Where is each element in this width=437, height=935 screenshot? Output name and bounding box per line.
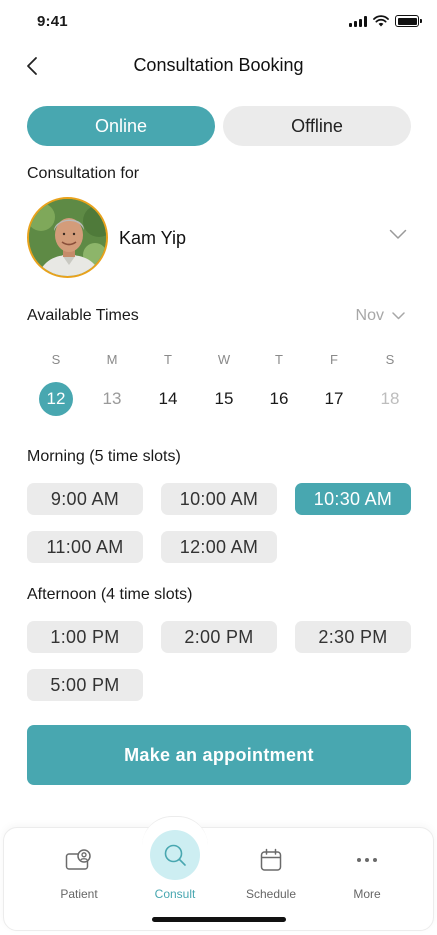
page-title: Consultation Booking: [133, 55, 304, 75]
home-indicator: [152, 917, 286, 922]
wifi-icon: [373, 15, 389, 27]
time-slot-button[interactable]: 9:00 AM: [27, 483, 143, 515]
time-slot-button[interactable]: 11:00 AM: [27, 531, 143, 563]
consultation-for-label: Consultation for: [27, 165, 140, 182]
calendar-icon: [260, 848, 282, 871]
afternoon-label: Afternoon (4 time slots): [27, 586, 193, 603]
month-select[interactable]: Nov: [356, 307, 405, 325]
tab-consult[interactable]: Consult: [135, 829, 215, 901]
battery-icon: [395, 15, 422, 27]
calendar-day[interactable]: 14: [151, 382, 185, 416]
weekday-label: T: [164, 352, 172, 367]
time-slot-button[interactable]: 5:00 PM: [27, 669, 143, 701]
weekday-label: S: [385, 352, 395, 367]
weekday-label: F: [330, 352, 338, 367]
make-appointment-button[interactable]: Make an appointment: [27, 725, 411, 785]
status-time: 9:41: [37, 13, 68, 30]
offline-toggle-button[interactable]: Offline: [223, 106, 411, 146]
calendar-day[interactable]: 12: [39, 382, 73, 416]
cellular-signal-icon: [349, 15, 367, 27]
weekday-label: S: [51, 352, 61, 367]
online-toggle-button[interactable]: Online: [27, 106, 215, 146]
patient-avatar: [27, 197, 108, 278]
calendar-day[interactable]: 18: [373, 382, 407, 416]
month-value: Nov: [355, 307, 384, 324]
calendar-day[interactable]: 13: [95, 382, 129, 416]
patient-icon: [65, 849, 91, 870]
chevron-down-icon: [392, 312, 405, 320]
tab-patient[interactable]: Patient: [39, 838, 119, 901]
calendar-day[interactable]: 16: [262, 382, 296, 416]
time-slot-button[interactable]: 10:30 AM: [295, 483, 411, 515]
weekday-label: M: [106, 352, 118, 367]
chevron-down-icon: [389, 229, 407, 239]
patient-name: Kam Yip: [119, 228, 187, 248]
status-icons: [349, 15, 422, 27]
status-bar: 9:41: [0, 0, 437, 44]
tab-label: Schedule: [245, 887, 297, 901]
time-slot-button[interactable]: 12:00 AM: [161, 531, 277, 563]
tab-label: Consult: [154, 887, 196, 901]
calendar-day[interactable]: 17: [317, 382, 351, 416]
time-slot-button[interactable]: 2:30 PM: [295, 621, 411, 653]
more-dots-icon: [357, 858, 377, 862]
header: Consultation Booking: [0, 44, 437, 88]
patient-select[interactable]: Kam Yip: [27, 197, 411, 279]
weekday-label: T: [275, 352, 283, 367]
available-times-label: Available Times: [27, 307, 139, 324]
tab-label: Patient: [60, 887, 98, 901]
calendar-day[interactable]: 15: [207, 382, 241, 416]
morning-label: Morning (5 time slots): [27, 448, 181, 465]
tab-label: More: [353, 887, 381, 901]
weekday-label: W: [217, 352, 231, 367]
tab-more[interactable]: More: [327, 838, 407, 901]
tab-schedule[interactable]: Schedule: [231, 838, 311, 901]
search-icon: [164, 844, 186, 866]
time-slot-button[interactable]: 2:00 PM: [161, 621, 277, 653]
time-slot-button[interactable]: 10:00 AM: [161, 483, 277, 515]
time-slot-button[interactable]: 1:00 PM: [27, 621, 143, 653]
